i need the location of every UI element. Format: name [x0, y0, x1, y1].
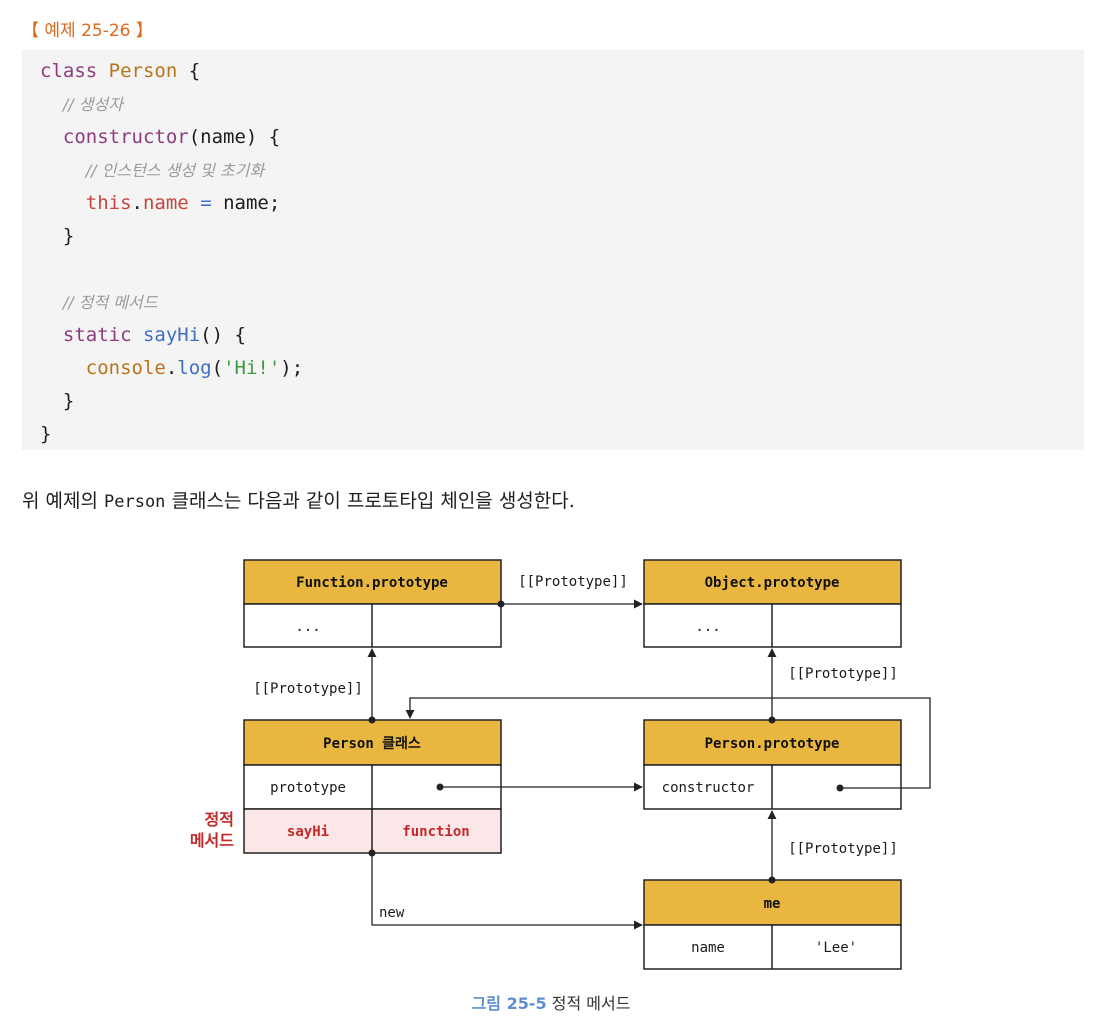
me-name-key: name: [691, 940, 725, 956]
person-class-sayhi-value: function: [402, 824, 469, 840]
code-token: );: [280, 357, 304, 379]
function-prototype-title: Function.prototype: [296, 575, 448, 591]
arrow-new-instance: new: [368, 849, 643, 930]
arrow-person-prototype-to-object-prototype: [[Prototype]]: [767, 648, 898, 724]
code-block: class Person { // 생성자 constructor(name) …: [22, 50, 1084, 450]
code-token: name;: [223, 192, 281, 214]
code-token: // 생성자: [62, 95, 123, 114]
code-token: }: [40, 423, 52, 445]
label-proto-person-function: [[Prototype]]: [253, 681, 363, 697]
code-line: }: [40, 224, 74, 248]
person-class-prototype-key: prototype: [270, 780, 346, 796]
code-line: static sayHi() {: [40, 323, 246, 347]
prototype-chain-diagram: Function.prototype ... Object.prototype …: [160, 548, 940, 978]
code-token: sayHi: [142, 324, 201, 346]
code-token: this: [85, 192, 132, 214]
code-line: // 생성자: [40, 92, 123, 117]
code-token: static: [62, 324, 143, 346]
object-prototype-box: Object.prototype ...: [643, 559, 902, 648]
paragraph-inline-code: Person: [104, 492, 166, 512]
figure-title: 정적 메서드: [551, 994, 631, 1013]
figure-number: 그림 25-5: [471, 994, 547, 1013]
paragraph-text-before: 위 예제의: [22, 490, 104, 512]
code-token: () {: [200, 324, 246, 346]
code-token: log: [177, 357, 212, 379]
code-token: (: [211, 357, 224, 379]
code-line: // 인스턴스 생성 및 초기화: [40, 158, 264, 183]
label-proto-me-personproto: [[Prototype]]: [788, 841, 898, 857]
person-prototype-constructor-key: constructor: [662, 780, 755, 796]
me-instance-box: me name 'Lee': [643, 879, 902, 970]
code-token: 'Hi!': [223, 357, 281, 379]
code-line: this.name = name;: [40, 191, 281, 215]
arrow-function-to-object-prototype: [[Prototype]]: [497, 574, 643, 609]
code-line: // 정적 메서드: [40, 290, 158, 315]
code-token: (name) {: [188, 126, 281, 148]
code-token: .: [165, 357, 178, 379]
code-token: // 인스턴스 생성 및 초기화: [85, 161, 265, 180]
code-token: .: [131, 192, 143, 214]
code-line: }: [40, 422, 51, 446]
code-token: Person: [108, 60, 178, 82]
object-prototype-cell1: ...: [695, 619, 720, 635]
code-line: }: [40, 389, 74, 413]
static-method-label-line1: 정적: [205, 810, 234, 829]
arrow-me-to-person-prototype: [[Prototype]]: [767, 810, 898, 884]
code-token: console: [85, 357, 166, 379]
body-paragraph: 위 예제의 Person 클래스는 다음과 같이 프로토타입 체인을 생성한다.: [22, 486, 575, 513]
function-prototype-cell1: ...: [295, 619, 320, 635]
code-token: }: [40, 225, 75, 247]
static-method-label-line2: 메서드: [190, 831, 234, 850]
me-name-value: 'Lee': [815, 940, 857, 956]
code-token: name: [142, 192, 189, 214]
code-token: =: [188, 192, 224, 214]
paragraph-text-after: 클래스는 다음과 같이 프로토타입 체인을 생성한다.: [165, 490, 575, 512]
me-title: me: [764, 896, 781, 912]
object-prototype-title: Object.prototype: [705, 575, 840, 591]
function-prototype-box: Function.prototype ...: [243, 559, 502, 648]
person-class-sayhi-key: sayHi: [287, 824, 329, 840]
figure-caption: 그림 25-5 정적 메서드: [0, 990, 1102, 1014]
label-new: new: [379, 905, 405, 921]
example-label: 【 예제 25-26 】: [22, 21, 153, 41]
code-token: {: [177, 60, 201, 82]
label-proto-function-object: [[Prototype]]: [518, 574, 628, 590]
label-proto-personproto-object: [[Prototype]]: [788, 666, 898, 682]
code-line: console.log('Hi!');: [40, 356, 303, 380]
person-class-title: Person 클래스: [323, 736, 421, 752]
arrow-person-class-to-function-prototype: [[Prototype]]: [253, 648, 377, 724]
code-token: constructor: [62, 126, 189, 148]
code-token: class: [40, 60, 109, 82]
code-line: constructor(name) {: [40, 125, 280, 149]
code-line: class Person {: [40, 59, 200, 83]
person-prototype-box: Person.prototype constructor: [643, 719, 902, 810]
code-token: }: [40, 390, 75, 412]
code-token: // 정적 메서드: [62, 293, 158, 312]
person-prototype-title: Person.prototype: [705, 736, 840, 752]
